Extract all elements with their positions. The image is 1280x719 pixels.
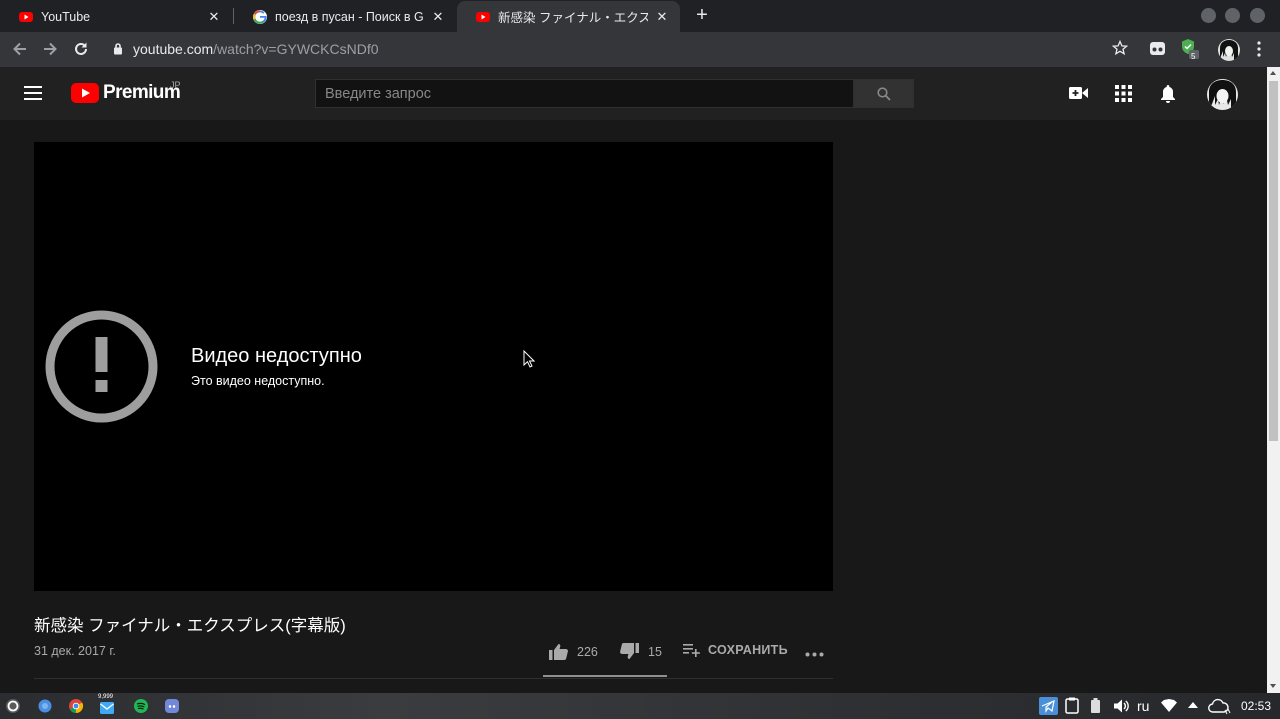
- save-button[interactable]: СОХРАНИТЬ: [683, 643, 788, 657]
- lock-icon[interactable]: [113, 42, 123, 55]
- close-window-button[interactable]: [1250, 8, 1265, 23]
- volume-icon[interactable]: [1113, 698, 1129, 714]
- search-input[interactable]: Введите запрос: [315, 79, 854, 108]
- scrollbar-thumb[interactable]: [1269, 81, 1278, 441]
- browser-tab-strip: YouTube ✕ поезд в пусан - Поиск в Goo ✕ …: [0, 0, 1280, 32]
- user-avatar[interactable]: [1207, 79, 1238, 110]
- wifi-icon[interactable]: [1161, 699, 1177, 712]
- clipboard-icon[interactable]: [1065, 697, 1079, 714]
- scroll-down-arrow-icon[interactable]: [1270, 684, 1276, 688]
- close-icon[interactable]: ✕: [654, 9, 670, 25]
- profile-avatar[interactable]: [1218, 39, 1240, 61]
- battery-icon[interactable]: [1090, 698, 1101, 714]
- notifications-bell-icon[interactable]: [1160, 84, 1176, 103]
- more-actions-icon[interactable]: [805, 652, 824, 657]
- scroll-up-arrow-icon[interactable]: [1270, 71, 1276, 75]
- search-icon: [877, 87, 891, 101]
- bookmark-star-icon[interactable]: [1112, 40, 1128, 56]
- reload-icon[interactable]: [71, 39, 91, 59]
- weather-cloud-icon[interactable]: [1207, 698, 1232, 715]
- telegram-icon[interactable]: [1039, 697, 1058, 715]
- spotify-icon[interactable]: [133, 698, 149, 714]
- url-path: /watch?v=GYWCKCsNDf0: [213, 41, 379, 57]
- shield-extension-icon[interactable]: [1180, 38, 1200, 60]
- tab-youtube-video[interactable]: 新感染 ファイナル・エクスプ ✕: [457, 1, 680, 32]
- like-count: 226: [577, 644, 598, 659]
- close-icon[interactable]: ✕: [430, 9, 446, 25]
- youtube-page: Premium JP Введите запрос Видео недоступ…: [0, 67, 1267, 693]
- apps-grid-icon[interactable]: [1115, 85, 1132, 102]
- extension-icon[interactable]: [1149, 40, 1166, 57]
- anime-avatar-icon: [1220, 40, 1238, 61]
- youtube-masthead: Premium JP Введите запрос: [0, 67, 1267, 120]
- like-ratio-fill: [543, 675, 660, 677]
- thumb-down-icon: [620, 643, 639, 659]
- os-taskbar: 9,999 ru 02:53: [0, 693, 1280, 719]
- keyboard-language[interactable]: ru: [1137, 698, 1149, 714]
- video-player[interactable]: Видео недоступно Это видео недоступно.: [34, 142, 833, 591]
- google-icon: [253, 9, 267, 24]
- mail-icon: [100, 702, 114, 714]
- discord-icon[interactable]: [164, 698, 180, 714]
- url-host: youtube.com: [133, 41, 214, 57]
- thumb-up-icon: [549, 644, 568, 660]
- mouse-cursor-icon: [523, 350, 535, 368]
- tab-title: поезд в пусан - Поиск в Goo: [275, 9, 424, 24]
- start-menu-icon[interactable]: [5, 698, 21, 714]
- mail-badge: 9,999: [98, 694, 114, 700]
- video-title: 新感染 ファイナル・エクスプレス(字幕版): [34, 617, 346, 635]
- hamburger-menu-icon[interactable]: [24, 86, 42, 100]
- chrome-icon[interactable]: [68, 698, 84, 714]
- playlist-add-icon: [683, 644, 700, 657]
- file-manager-icon[interactable]: [37, 698, 53, 714]
- youtube-icon: [476, 11, 490, 22]
- close-icon[interactable]: ✕: [206, 9, 222, 25]
- logo-text: Premium: [103, 82, 181, 103]
- video-date: 31 дек. 2017 г.: [34, 644, 116, 658]
- tray-expand-icon[interactable]: [1187, 701, 1199, 709]
- info-divider: [34, 678, 833, 679]
- forward-arrow-icon[interactable]: [40, 39, 60, 59]
- back-arrow-icon[interactable]: [10, 39, 30, 59]
- tab-title: YouTube: [41, 9, 91, 24]
- error-subtitle: Это видео недоступно.: [191, 374, 325, 388]
- new-tab-button[interactable]: +: [692, 5, 712, 25]
- menu-dots-icon[interactable]: [1257, 41, 1261, 57]
- dislike-count: 15: [648, 644, 662, 659]
- error-title: Видео недоступно: [191, 345, 362, 367]
- youtube-icon: [19, 11, 33, 22]
- save-label: СОХРАНИТЬ: [708, 643, 788, 657]
- url-text: youtube.com/watch?v=GYWCKCsNDf0: [133, 41, 379, 57]
- browser-toolbar: youtube.com/watch?v=GYWCKCsNDf0 5: [0, 32, 1280, 67]
- country-code: JP: [170, 80, 181, 90]
- youtube-premium-logo[interactable]: Premium JP: [71, 80, 181, 104]
- address-bar[interactable]: youtube.com/watch?v=GYWCKCsNDf0: [105, 35, 1140, 63]
- anime-avatar-icon: [1209, 80, 1236, 110]
- dislike-button[interactable]: 15: [620, 643, 662, 660]
- tab-youtube[interactable]: YouTube ✕: [0, 1, 232, 32]
- minimize-button[interactable]: [1201, 8, 1216, 23]
- error-exclamation-icon: [45, 310, 158, 423]
- like-ratio-bar: [543, 675, 667, 677]
- youtube-logo-icon: [71, 83, 99, 103]
- extension-badge: 5: [1191, 52, 1196, 61]
- search-button[interactable]: [854, 79, 914, 108]
- like-button[interactable]: 226: [549, 643, 598, 660]
- page-scrollbar[interactable]: [1267, 67, 1280, 693]
- clock: 02:53: [1241, 699, 1272, 713]
- tab-google-search[interactable]: поезд в пусан - Поиск в Goo ✕: [234, 1, 456, 32]
- create-video-icon[interactable]: [1069, 86, 1088, 100]
- tab-title: 新感染 ファイナル・エクスプ: [498, 11, 648, 25]
- maximize-button[interactable]: [1225, 8, 1240, 23]
